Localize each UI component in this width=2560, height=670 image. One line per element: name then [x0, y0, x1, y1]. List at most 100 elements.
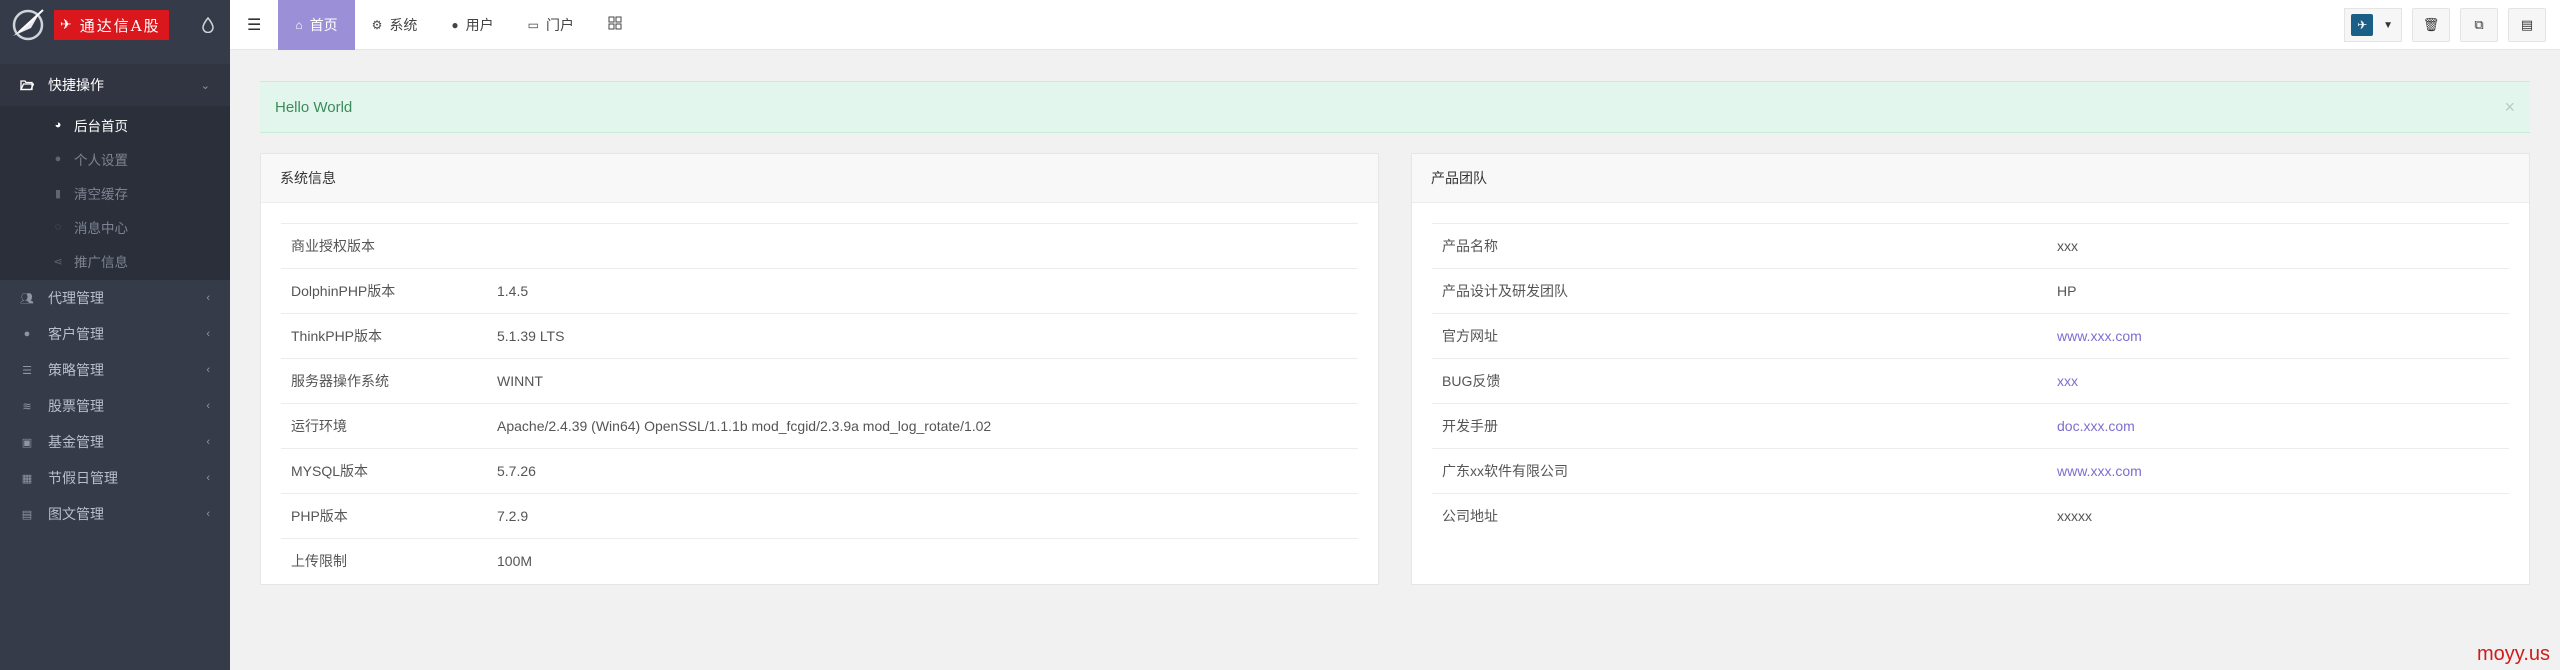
avatar: ✈	[2351, 14, 2374, 36]
close-icon[interactable]: ×	[2504, 97, 2515, 118]
calendar-icon: ▦	[21, 472, 33, 485]
row-link[interactable]: doc.xxx.com	[2057, 418, 2135, 434]
row-value	[487, 223, 1358, 269]
row-key: ThinkPHP版本	[281, 313, 487, 359]
nav-group-stocks[interactable]: ≋ 股票管理 ‹	[0, 388, 230, 424]
hamburger-icon: ☰	[247, 16, 262, 34]
product-team-panel: 产品团队 产品名称 xxx 产品设计及研发团队 HP 官方网址 www.xxx.com BU…	[1411, 153, 2530, 585]
row-value: www.xxx.com	[2047, 313, 2509, 359]
folder-open-icon	[20, 78, 34, 92]
sidebar-item-messages[interactable]: ◌ 消息中心	[0, 210, 230, 244]
table-row: PHP版本 7.2.9	[281, 493, 1358, 539]
sidebar-nav: 快捷操作 ⌄ ◕ 后台首页 ● 个人设置 ▮ 清空缓存 ◌ 消息中心 ⋖ 推广信…	[0, 50, 230, 532]
table-row: 公司地址 xxxxx	[1432, 493, 2509, 539]
nav-group-label: 节假日管理	[48, 470, 118, 486]
clear-cache-button[interactable]: 🗑︎	[2412, 8, 2450, 42]
user-icon: ●	[54, 153, 62, 165]
tab-label: 首页	[309, 16, 338, 33]
row-value: xxx	[2047, 223, 2509, 269]
users-icon: 👥︎	[20, 292, 34, 305]
row-key: DolphinPHP版本	[281, 268, 487, 314]
image-icon: ▤	[21, 508, 33, 521]
system-info-table: 商业授权版本 DolphinPHP版本 1.4.5 ThinkPHP版本 5.1.39 …	[281, 223, 1358, 584]
table-row: 广东xx软件有限公司 www.xxx.com	[1432, 448, 2509, 494]
tab-label: 系统	[389, 16, 418, 33]
tab-apps[interactable]	[591, 0, 639, 50]
nav-group-funds[interactable]: ▣ 基金管理 ‹	[0, 424, 230, 460]
grid-icon	[608, 16, 622, 33]
tab-home[interactable]: ⌂ 首页	[278, 0, 355, 50]
tab-label: 门户	[545, 16, 574, 33]
alert-text: Hello World	[275, 98, 353, 116]
brand-text: 通达信A股	[79, 16, 161, 35]
row-value: doc.xxx.com	[2047, 403, 2509, 449]
external-link-icon: ⧉	[2474, 17, 2484, 32]
gear-icon: ⚙	[371, 17, 383, 32]
side-overlay-button[interactable]: ▤	[2508, 8, 2546, 42]
table-row: 产品名称 xxx	[1432, 223, 2509, 269]
product-team-table: 产品名称 xxx 产品设计及研发团队 HP 官方网址 www.xxx.com BUG反馈 xx…	[1432, 223, 2509, 539]
trash-icon: ▮	[54, 187, 62, 200]
row-value: HP	[2047, 268, 2509, 314]
row-key: 公司地址	[1432, 493, 2047, 539]
nav-submenu: ◕ 后台首页 ● 个人设置 ▮ 清空缓存 ◌ 消息中心 ⋖ 推广信息	[0, 106, 230, 280]
row-link[interactable]: xxx	[2057, 373, 2078, 389]
sidebar: ✈ 通达信A股 快捷操作 ⌄ ◕ 后台首页 ● 个人设置 ▮ 清空缓存 ◌ 消息…	[0, 0, 230, 670]
sidebar-item-profile[interactable]: ● 个人设置	[0, 142, 230, 176]
theme-drop-icon[interactable]	[186, 0, 230, 50]
row-link[interactable]: www.xxx.com	[2057, 328, 2142, 344]
watermark: moyy.us	[2477, 643, 2550, 665]
caret-down-icon: ▼	[2383, 19, 2393, 31]
sidebar-item-label: 清空缓存	[74, 187, 128, 202]
chevron-left-icon: ‹	[206, 364, 210, 376]
panel-title: 产品团队	[1412, 154, 2529, 203]
row-key: 上传限制	[281, 538, 487, 584]
share-icon: ⋖	[53, 255, 63, 268]
tab-system[interactable]: ⚙ 系统	[355, 0, 435, 50]
menu-toggle-button[interactable]: ☰	[230, 0, 278, 50]
brand-bird-icon: ✈	[60, 17, 74, 33]
nav-group-agents[interactable]: 👥︎ 代理管理 ‹	[0, 280, 230, 316]
row-key: 官方网址	[1432, 313, 2047, 359]
nav-group-customers[interactable]: ● 客户管理 ‹	[0, 316, 230, 352]
comments-icon: ◌	[54, 221, 62, 233]
tab-label: 用户	[465, 16, 494, 33]
main-content: Hello World × 系统信息 商业授权版本 DolphinPHP版本 1.4…	[230, 51, 2560, 670]
row-key: 服务器操作系统	[281, 358, 487, 404]
user-icon: ●	[23, 328, 31, 340]
table-row: ThinkPHP版本 5.1.39 LTS	[281, 313, 1358, 359]
row-key: 开发手册	[1432, 403, 2047, 449]
sidebar-toggle-icon: ▤	[2520, 17, 2534, 32]
sidebar-item-label: 推广信息	[74, 255, 128, 270]
sidebar-item-dashboard[interactable]: ◕ 后台首页	[0, 108, 230, 142]
nav-group-label: 图文管理	[48, 506, 104, 522]
tab-user[interactable]: ● 用户	[434, 0, 510, 50]
panels: 系统信息 商业授权版本 DolphinPHP版本 1.4.5 ThinkPHP版本 5.…	[260, 153, 2530, 585]
nav-group-media[interactable]: ▤ 图文管理 ‹	[0, 496, 230, 532]
open-site-button[interactable]: ⧉	[2460, 8, 2498, 42]
topbar: ☰ ⌂ 首页 ⚙ 系统 ● 用户 ▭ 门户 ✈ ▼ 🗑︎ ⧉ ▤	[202, 0, 2560, 50]
tab-portal[interactable]: ▭ 门户	[511, 0, 591, 50]
row-key: 运行环境	[281, 403, 487, 449]
nav-group-holidays[interactable]: ▦ 节假日管理 ‹	[0, 460, 230, 496]
sidebar-item-clear-cache[interactable]: ▮ 清空缓存	[0, 176, 230, 210]
row-value: 7.2.9	[487, 493, 1358, 539]
chevron-left-icon: ‹	[206, 400, 210, 412]
chevron-left-icon: ‹	[206, 508, 210, 520]
row-link[interactable]: www.xxx.com	[2057, 463, 2142, 479]
nav-group-strategies[interactable]: ☰ 策略管理 ‹	[0, 352, 230, 388]
row-value: xxx	[2047, 358, 2509, 404]
row-key: PHP版本	[281, 493, 487, 539]
user-menu-button[interactable]: ✈ ▼	[2344, 8, 2402, 42]
row-key: 产品设计及研发团队	[1432, 268, 2047, 314]
row-key: MYSQL版本	[281, 448, 487, 494]
nav-group-quick[interactable]: 快捷操作 ⌄	[0, 64, 230, 106]
chevron-left-icon: ‹	[206, 472, 210, 484]
sidebar-item-promotion[interactable]: ⋖ 推广信息	[0, 244, 230, 278]
table-row: 官方网址 www.xxx.com	[1432, 313, 2509, 359]
table-row: 服务器操作系统 WINNT	[281, 358, 1358, 404]
logo-emblem-icon	[8, 5, 48, 45]
alert-success: Hello World ×	[260, 81, 2530, 133]
system-info-panel: 系统信息 商业授权版本 DolphinPHP版本 1.4.5 ThinkPHP版本 5.…	[260, 153, 1379, 585]
table-row: DolphinPHP版本 1.4.5	[281, 268, 1358, 314]
